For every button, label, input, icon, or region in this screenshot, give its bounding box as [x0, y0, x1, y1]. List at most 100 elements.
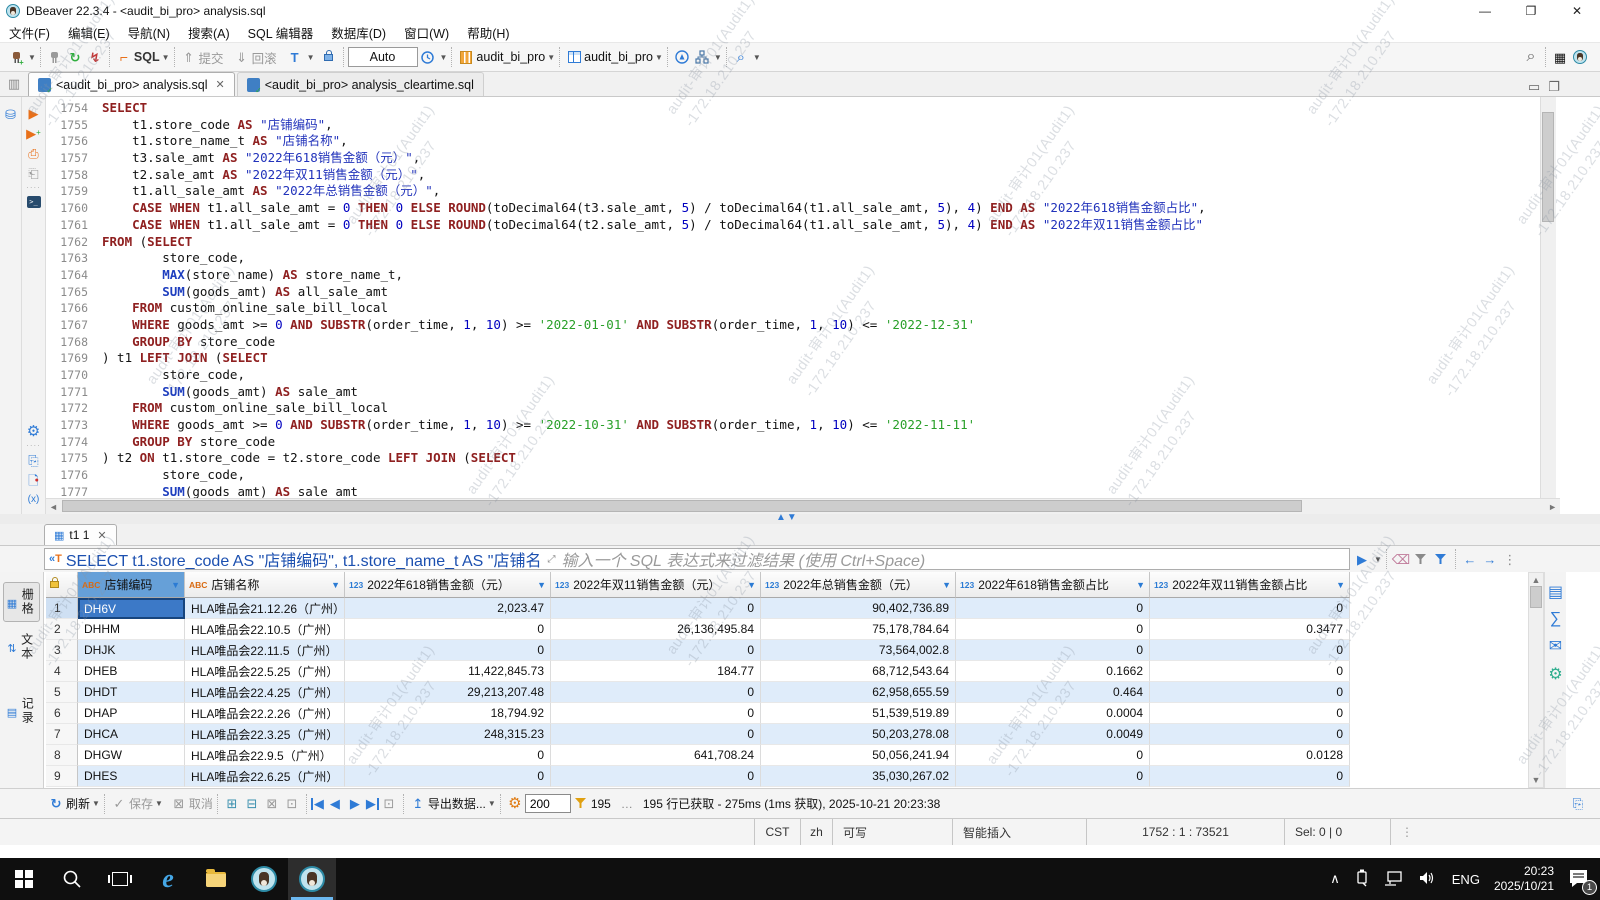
database-navigator-icon[interactable]: ⛁: [0, 107, 21, 123]
grid-cell[interactable]: HLA唯品会22.2.26（广州）: [185, 703, 345, 724]
dbeaver-perspective-icon[interactable]: [1570, 47, 1590, 67]
view-tab-0[interactable]: 栅格 ▦: [2, 582, 41, 622]
grid-cell[interactable]: HLA唯品会21.12.26（广州）: [185, 598, 345, 619]
grid-cell[interactable]: DHES: [78, 766, 185, 787]
input-language-indicator[interactable]: ENG: [1452, 872, 1480, 887]
grid-cell[interactable]: 0: [551, 766, 761, 787]
column-header-1[interactable]: ABC 店铺名称 ▼: [185, 572, 345, 598]
grid-cell[interactable]: 0: [956, 766, 1150, 787]
grid-cell[interactable]: HLA唯品会22.11.5（广州）: [185, 640, 345, 661]
sort-caret-icon[interactable]: ▼: [537, 580, 546, 590]
notification-center-icon[interactable]: 1: [1568, 868, 1597, 895]
tx-history-caret[interactable]: ▼: [440, 53, 448, 62]
schema-caret[interactable]: ▼: [655, 53, 663, 62]
reconnect-icon[interactable]: ↻: [65, 47, 85, 67]
search-icon[interactable]: ⌕: [1521, 47, 1541, 67]
grid-cell[interactable]: 2,023.47: [345, 598, 551, 619]
grid-cell[interactable]: 0: [1150, 724, 1350, 745]
last-page-icon[interactable]: ▶: [365, 797, 379, 810]
grid-cell[interactable]: 0: [956, 640, 1150, 661]
grid-cell[interactable]: HLA唯品会22.10.5（广州）: [185, 619, 345, 640]
execute-statement-icon[interactable]: ▶: [24, 103, 44, 123]
apply-filter-icon[interactable]: ▶: [1352, 549, 1372, 569]
save-icon[interactable]: ✓: [109, 794, 129, 814]
grid-cell[interactable]: 0: [345, 766, 551, 787]
editor-line[interactable]: 1771 SUM(goods_amt) AS sale_amt: [46, 384, 1540, 401]
sort-caret-icon[interactable]: ▼: [1336, 580, 1345, 590]
rollback-label[interactable]: 回滚: [252, 48, 277, 67]
view-tab-1[interactable]: 文本 ⇅: [4, 628, 38, 666]
grid-cell[interactable]: 641,708.24: [551, 745, 761, 766]
grid-cell[interactable]: 0: [551, 703, 761, 724]
taskbar-search-icon[interactable]: [48, 858, 96, 900]
file-explorer-icon[interactable]: [192, 858, 240, 900]
commit-label[interactable]: 提交: [199, 48, 224, 67]
grid-cell[interactable]: 0.0128: [1150, 745, 1350, 766]
sort-caret-icon[interactable]: ▼: [171, 580, 180, 590]
caret-position[interactable]: 1752 : 1 : 73521: [1086, 819, 1284, 845]
refresh-label[interactable]: 刷新: [66, 795, 90, 812]
grid-cell[interactable]: DHJK: [78, 640, 185, 661]
results-tab-t1[interactable]: ▦ t1 1 ✕: [44, 524, 117, 545]
row-number[interactable]: 6: [46, 703, 78, 724]
save-caret[interactable]: ▼: [155, 799, 163, 808]
view-menu-icon[interactable]: ▥: [4, 73, 24, 93]
menu-item-5[interactable]: 数据库(D): [322, 21, 395, 44]
transaction-filter-icon[interactable]: T: [285, 47, 305, 67]
edit-filter-icon[interactable]: [1411, 549, 1431, 569]
rollback-icon[interactable]: ⇓: [232, 47, 252, 67]
quick-search-caret[interactable]: ▼: [753, 53, 761, 62]
column-header-5[interactable]: 123 2022年618销售金额占比 ▼: [956, 572, 1150, 598]
output-console-icon[interactable]: >_: [24, 192, 44, 212]
editor-line[interactable]: 1755 t1.store_code AS "店铺编码",: [46, 117, 1540, 134]
sort-caret-icon[interactable]: ▼: [942, 580, 951, 590]
row-number[interactable]: 2: [46, 619, 78, 640]
export-file-icon[interactable]: ⎘: [24, 450, 44, 470]
row-number[interactable]: 4: [46, 661, 78, 682]
grid-cell[interactable]: DHAP: [78, 703, 185, 724]
sort-caret-icon[interactable]: ▼: [331, 580, 340, 590]
refresh-caret[interactable]: ▼: [92, 799, 100, 808]
menu-item-1[interactable]: 编辑(E): [59, 21, 119, 44]
menu-item-4[interactable]: SQL 编辑器: [239, 21, 323, 44]
grid-cell[interactable]: 0: [345, 745, 551, 766]
editor-line[interactable]: 1777 SUM(goods_amt) AS sale_amt: [46, 484, 1540, 498]
sql-editor[interactable]: 1754 SELECT 1755 t1.store_code AS "店铺编码", 1…: [46, 97, 1540, 498]
filter-box[interactable]: «T SELECT t1.store_code AS "店铺编码", t1.st…: [44, 548, 1350, 570]
editor-line[interactable]: 1756 t1.store_name_t AS "店铺名称",: [46, 133, 1540, 150]
grid-cell[interactable]: 0: [551, 598, 761, 619]
export-label[interactable]: 导出数据...: [428, 795, 486, 812]
grid-cell[interactable]: 90,402,736.89: [761, 598, 956, 619]
row-number[interactable]: 1: [46, 598, 78, 619]
editor-line[interactable]: 1774 GROUP BY store_code: [46, 434, 1540, 451]
presentation-panel-icon[interactable]: ⚙: [1548, 664, 1562, 684]
result-settings-gear-icon[interactable]: ⚙: [505, 794, 525, 814]
disconnect-icon[interactable]: ↯: [85, 47, 105, 67]
internet-explorer-icon[interactable]: e: [144, 858, 192, 900]
grid-cell[interactable]: 0.1662: [956, 661, 1150, 682]
grid-cell[interactable]: DHHM: [78, 619, 185, 640]
row-number[interactable]: 7: [46, 724, 78, 745]
row-number[interactable]: 5: [46, 682, 78, 703]
grid-cell[interactable]: 0.0049: [956, 724, 1150, 745]
duplicate-row-icon[interactable]: ⊟: [242, 794, 262, 814]
fetch-funnel-icon[interactable]: [571, 794, 591, 814]
first-page-icon[interactable]: ◀: [310, 797, 325, 810]
settings-gear-icon[interactable]: ⚙: [24, 421, 44, 441]
column-header-4[interactable]: 123 2022年总销售金额（元） ▼: [761, 572, 956, 598]
cancel-label[interactable]: 取消: [189, 795, 213, 812]
editor-line[interactable]: 1760 CASE WHEN t1.all_sale_amt = 0 THEN …: [46, 200, 1540, 217]
editor-line[interactable]: 1773 WHERE goods_amt >= 0 AND SUBSTR(ord…: [46, 417, 1540, 434]
editor-line[interactable]: 1767 WHERE goods_amt >= 0 AND SUBSTR(ord…: [46, 317, 1540, 334]
grid-cell[interactable]: DHEB: [78, 661, 185, 682]
editor-line[interactable]: 1758 t2.sale_amt AS "2022年双11销售金额（元）",: [46, 167, 1540, 184]
grid-cell[interactable]: 0: [551, 724, 761, 745]
grid-cell[interactable]: 0: [956, 598, 1150, 619]
grid-cell[interactable]: 0: [956, 619, 1150, 640]
editor-line[interactable]: 1766 FROM custom_online_sale_bill_local: [46, 300, 1540, 317]
value-panel-icon[interactable]: ▤: [1548, 582, 1563, 602]
filter-input[interactable]: 输入一个 SQL 表达式来过滤结果 (使用 Ctrl+Space): [561, 549, 925, 569]
grid-cell[interactable]: 11,422,845.73: [345, 661, 551, 682]
column-header-0[interactable]: ABC 店铺编码 ▼: [78, 572, 185, 598]
results-tab-close-icon[interactable]: ✕: [97, 529, 106, 542]
